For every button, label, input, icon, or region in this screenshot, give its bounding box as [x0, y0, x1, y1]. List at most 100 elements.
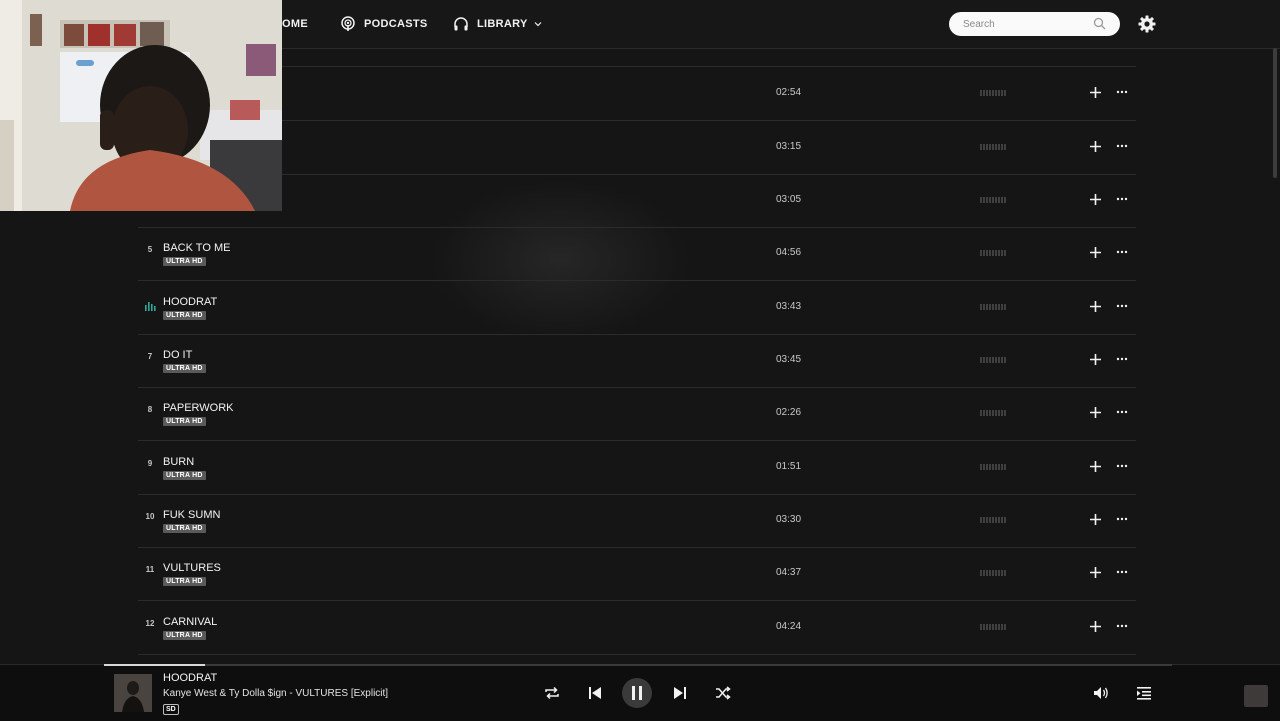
track-row[interactable]: 5 BACK TO ME ULTRA HD 04:56	[138, 227, 1136, 281]
track-duration: 02:26	[776, 407, 802, 418]
nav-library-label: LIBRARY	[477, 18, 528, 30]
waveform-icon	[980, 197, 1006, 203]
track-row[interactable]: 03:15	[138, 121, 1136, 175]
more-icon[interactable]	[1116, 464, 1128, 468]
plus-icon[interactable]	[1089, 300, 1102, 313]
waveform-icon	[980, 250, 1006, 256]
volume-icon[interactable]	[1092, 684, 1110, 702]
more-icon[interactable]	[1116, 517, 1128, 521]
track-title[interactable]: VULTURES	[163, 562, 221, 574]
nav-podcasts[interactable]: PODCASTS	[340, 0, 428, 48]
shuffle-icon[interactable]	[714, 684, 732, 702]
waveform-icon	[980, 410, 1006, 416]
track-number: 8	[147, 405, 153, 414]
plus-icon[interactable]	[1089, 460, 1102, 473]
waveform-icon	[980, 144, 1006, 150]
album-art[interactable]	[114, 674, 152, 712]
more-icon[interactable]	[1116, 624, 1128, 628]
plus-icon[interactable]	[1089, 246, 1102, 259]
track-duration: 03:15	[776, 141, 802, 152]
quality-badge: SD	[163, 704, 179, 715]
queue-icon[interactable]	[1135, 684, 1153, 702]
pause-button[interactable]	[622, 678, 652, 708]
ultra-hd-badge: ULTRA HD	[163, 417, 206, 426]
nav-home-label: OME	[282, 18, 308, 30]
chevron-down-icon[interactable]	[534, 20, 542, 28]
waveform-icon	[980, 624, 1006, 630]
ultra-hd-badge: ULTRA HD	[163, 364, 206, 373]
waveform-icon	[980, 517, 1006, 523]
more-icon[interactable]	[1116, 357, 1128, 361]
now-playing-title[interactable]: HOODRAT	[163, 672, 217, 684]
ultra-hd-badge: ULTRA HD	[163, 311, 206, 320]
progress-fill	[104, 664, 206, 666]
more-icon[interactable]	[1116, 90, 1128, 94]
track-row[interactable]: 12 CARNIVAL ULTRA HD 04:24	[138, 601, 1136, 655]
plus-icon[interactable]	[1089, 86, 1102, 99]
track-number: 9	[147, 459, 153, 468]
track-row[interactable]: 9 BURN ULTRA HD 01:51	[138, 441, 1136, 495]
track-title[interactable]: PAPERWORK	[163, 402, 234, 414]
plus-icon[interactable]	[1089, 406, 1102, 419]
track-row-playing[interactable]: HOODRAT ULTRA HD 03:43	[138, 281, 1136, 335]
now-playing-artist[interactable]: Kanye West & Ty Dolla $ign - VULTURES [E…	[163, 688, 388, 699]
track-title[interactable]: BURN	[163, 456, 194, 468]
plus-icon[interactable]	[1089, 566, 1102, 579]
previous-icon[interactable]	[586, 684, 604, 702]
track-row[interactable]: 7 DO IT ULTRA HD 03:45	[138, 334, 1136, 388]
waveform-icon	[980, 90, 1006, 96]
nav-home[interactable]: OME	[282, 0, 308, 48]
ultra-hd-badge: ULTRA HD	[163, 631, 206, 640]
scrollbar-thumb[interactable]	[1273, 48, 1277, 178]
more-icon[interactable]	[1116, 570, 1128, 574]
more-icon[interactable]	[1116, 304, 1128, 308]
ultra-hd-badge: ULTRA HD	[163, 471, 206, 480]
overlay-thumbnail	[1244, 685, 1268, 707]
search-box[interactable]	[949, 12, 1120, 36]
track-duration: 03:30	[776, 514, 802, 525]
plus-icon[interactable]	[1089, 353, 1102, 366]
track-duration: 01:51	[776, 461, 802, 472]
track-row[interactable]: 02:54	[138, 67, 1136, 121]
next-icon[interactable]	[671, 684, 689, 702]
progress-bar[interactable]	[104, 664, 1172, 666]
plus-icon[interactable]	[1089, 140, 1102, 153]
plus-icon[interactable]	[1089, 620, 1102, 633]
more-icon[interactable]	[1116, 197, 1128, 201]
track-row[interactable]: 10 FUK SUMN ULTRA HD 03:30	[138, 494, 1136, 548]
track-list: 02:54 03:15 03:05 5 BACK TO ME ULTRA HD …	[138, 48, 1136, 660]
track-title[interactable]: FUK SUMN	[163, 509, 220, 521]
track-row[interactable]: 8 PAPERWORK ULTRA HD 02:26	[138, 387, 1136, 441]
more-icon[interactable]	[1116, 250, 1128, 254]
track-title[interactable]: BACK TO ME	[163, 242, 230, 254]
webcam-overlay	[0, 0, 282, 211]
track-duration: 04:24	[776, 621, 802, 632]
track-duration: 03:05	[776, 194, 802, 205]
track-duration: 03:45	[776, 354, 802, 365]
track-duration: 04:56	[776, 247, 802, 258]
more-icon[interactable]	[1116, 410, 1128, 414]
ultra-hd-badge: ULTRA HD	[163, 257, 206, 266]
plus-icon[interactable]	[1089, 513, 1102, 526]
equalizer-icon	[145, 302, 156, 311]
waveform-icon	[980, 570, 1006, 576]
track-title[interactable]: HOODRAT	[163, 296, 217, 308]
webcam-image	[0, 0, 282, 211]
plus-icon[interactable]	[1089, 193, 1102, 206]
waveform-icon	[980, 357, 1006, 363]
ultra-hd-badge: ULTRA HD	[163, 524, 206, 533]
gear-icon[interactable]	[1138, 15, 1156, 33]
track-row[interactable]: 11 VULTURES ULTRA HD 04:37	[138, 547, 1136, 601]
pause-icon	[632, 686, 642, 700]
track-title[interactable]: DO IT	[163, 349, 192, 361]
nav-library[interactable]: LIBRARY	[453, 0, 542, 48]
search-input[interactable]	[963, 16, 1083, 32]
track-title[interactable]: CARNIVAL	[163, 616, 217, 628]
track-number: 11	[145, 565, 155, 574]
ultra-hd-badge: ULTRA HD	[163, 577, 206, 586]
track-row[interactable]: 03:05	[138, 174, 1136, 228]
repeat-icon[interactable]	[543, 684, 561, 702]
more-icon[interactable]	[1116, 144, 1128, 148]
search-icon[interactable]	[1093, 17, 1106, 30]
podcast-icon	[341, 16, 355, 31]
